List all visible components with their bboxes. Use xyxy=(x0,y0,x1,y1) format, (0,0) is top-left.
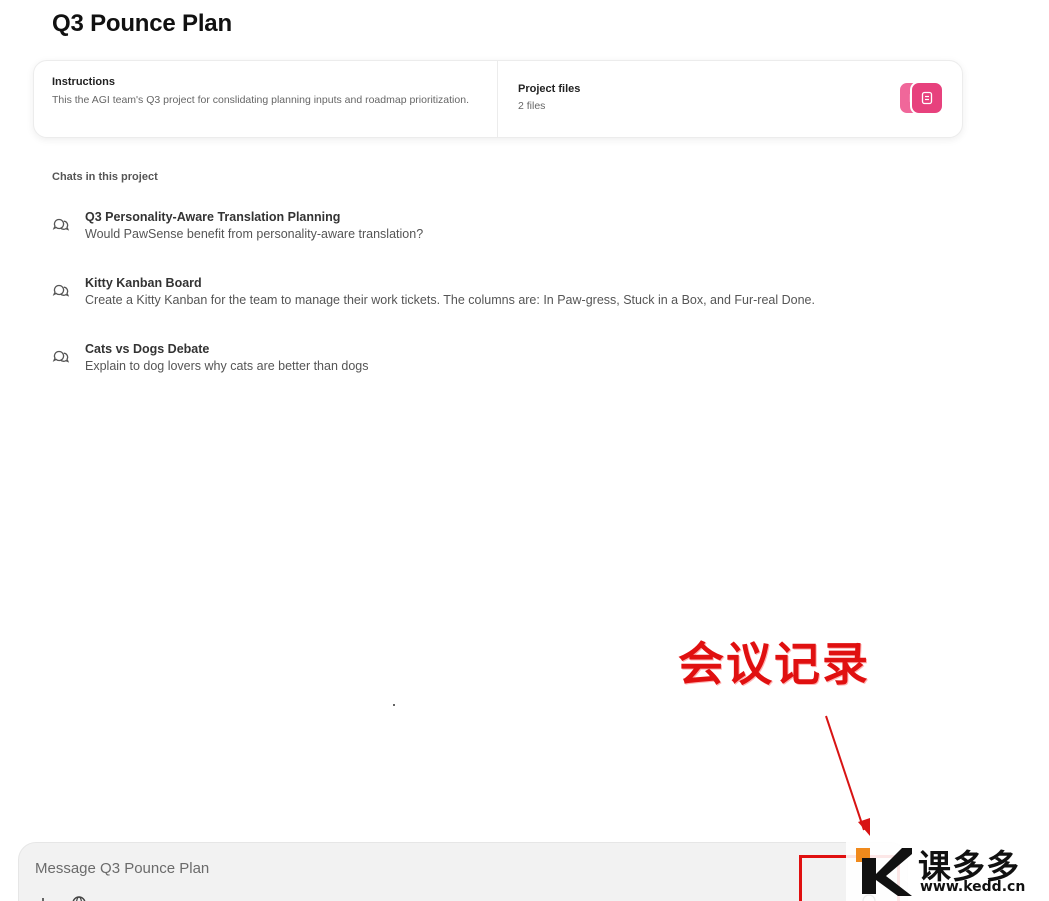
project-files-heading: Project files xyxy=(518,83,581,95)
attach-icon[interactable] xyxy=(35,895,51,901)
project-files-panel[interactable]: Project files 2 files xyxy=(498,61,962,137)
annotation-arrow-icon xyxy=(825,715,870,836)
chat-title: Q3 Personality-Aware Translation Plannin… xyxy=(85,210,341,224)
project-files-count: 2 files xyxy=(518,100,546,112)
instructions-heading: Instructions xyxy=(52,76,115,88)
chat-list-item[interactable]: Q3 Personality-Aware Translation Plannin… xyxy=(52,209,952,243)
chat-list-item[interactable]: Kitty Kanban Board Create a Kitty Kanban… xyxy=(52,275,952,309)
instructions-panel[interactable]: Instructions This the AGI team's Q3 proj… xyxy=(34,61,498,137)
chat-bubble-icon xyxy=(52,350,70,363)
watermark-url: www.kedd.cn xyxy=(920,879,1026,895)
chat-subtitle: Would PawSense benefit from personality-… xyxy=(85,227,424,241)
chats-section-label: Chats in this project xyxy=(52,171,158,183)
annotation-label: 会议记录 xyxy=(678,637,870,691)
chat-list-item[interactable]: Cats vs Dogs Debate Explain to dog lover… xyxy=(52,341,952,375)
chat-title: Cats vs Dogs Debate xyxy=(85,342,210,356)
document-icon[interactable] xyxy=(910,81,944,115)
message-input[interactable] xyxy=(35,857,635,879)
chat-title: Kitty Kanban Board xyxy=(85,276,202,290)
instructions-text: This the AGI team's Q3 project for consl… xyxy=(52,94,469,106)
page-title: Q3 Pounce Plan xyxy=(52,10,232,37)
watermark: 课多多 www.kedd.cn xyxy=(846,838,1049,901)
project-info-card: Instructions This the AGI team's Q3 proj… xyxy=(33,60,963,138)
stray-dot xyxy=(393,704,395,706)
chat-bubble-icon xyxy=(52,218,70,231)
kedd-logo-icon xyxy=(856,848,912,896)
globe-icon[interactable] xyxy=(71,895,87,901)
chat-subtitle: Explain to dog lovers why cats are bette… xyxy=(85,359,369,373)
chat-bubble-icon xyxy=(52,284,70,297)
chat-subtitle: Create a Kitty Kanban for the team to ma… xyxy=(85,293,815,307)
message-composer[interactable] xyxy=(18,842,908,901)
